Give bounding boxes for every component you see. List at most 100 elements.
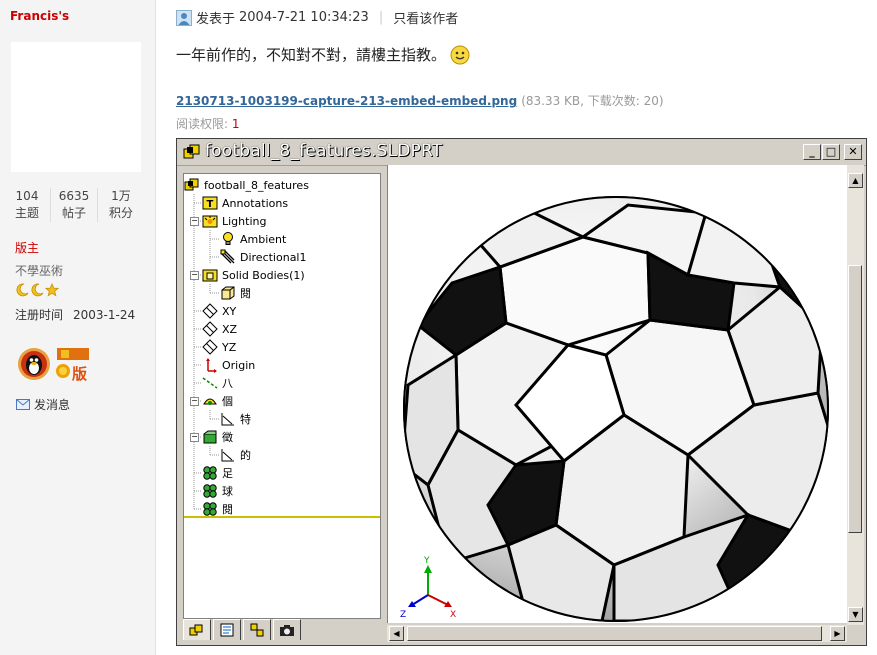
send-message-link[interactable]: 发消息 [16,396,70,413]
moon-icon [31,283,44,297]
axis-icon [202,377,218,389]
window-titlebar[interactable]: football_8_features.SLDPRT _ □ ✕ [177,139,866,166]
reg-date: 2003-1-24 [73,308,136,322]
avatar[interactable] [11,42,141,172]
tree-item-plane-xy[interactable]: XY [202,302,236,320]
collapse-toggle[interactable]: − [190,271,199,280]
scroll-up-arrow[interactable]: ▲ [848,173,863,188]
tree-item-sketch-2[interactable]: 的 [220,446,251,464]
feature-icon [203,430,217,444]
tree-label: 足 [222,467,233,480]
axis-x-label: X [450,610,456,620]
tree-label: XY [222,304,237,318]
qq-penguin-icon[interactable] [17,347,51,381]
tree-label: 的 [240,449,251,462]
stat-value: 6635 [58,189,90,203]
lighting-folder-icon [202,215,218,228]
user-stats: 104 主题 6635 帖子 1万 积分 [4,188,144,222]
part-icon [189,624,203,636]
tab-display-manager[interactable] [273,619,301,640]
body-icon [221,286,235,300]
tree-item-origin[interactable]: Origin [202,356,255,374]
attachment-link[interactable]: 2130713-1003199-capture-213-embed-embed.… [176,94,517,108]
tree-item-plane-yz[interactable]: YZ [202,338,236,356]
soccer-ball-model[interactable]: Y X Z [388,165,848,623]
scroll-down-arrow[interactable]: ▼ [848,607,863,622]
origin-icon [206,358,217,373]
post-body: 一年前作的，不知對不對，請樓主指教。 [176,46,447,64]
read-permission: 阅读权限: 1 [176,115,240,132]
plane-icon [202,321,218,337]
vertical-scroll-thumb[interactable] [848,265,862,533]
plane-icon [202,303,218,319]
stat-topics[interactable]: 104 主题 [4,188,51,222]
tree-label: Origin [222,358,256,372]
tree-item-annotations[interactable]: T Annotations [202,194,288,212]
tree-item-feature-2[interactable]: 徵 [202,428,233,446]
tree-item-lighting[interactable]: Lighting [202,212,266,230]
close-button[interactable]: ✕ [844,144,862,160]
directional-light-icon [220,249,235,264]
graphics-viewport[interactable]: Y X Z [387,165,848,623]
tree-item-pattern-1[interactable]: 足 [202,464,233,482]
maximize-button[interactable]: □ [822,144,840,160]
tree-item-ambient[interactable]: Ambient [220,230,286,248]
tab-configuration-manager[interactable] [243,619,271,640]
tree-item-body[interactable]: 閱 [220,284,251,302]
axis-y-label: Y [423,556,430,566]
tree-item-feature-1[interactable]: 個 [202,392,233,410]
tree-label: Directional1 [240,250,307,264]
tree-root-part[interactable]: football_8_features [184,176,309,194]
tree-item-solid-bodies[interactable]: Solid Bodies(1) [202,266,305,284]
stat-credits[interactable]: 1万 积分 [98,188,144,222]
tree-label: YZ [222,340,237,354]
stat-posts[interactable]: 6635 帖子 [51,188,98,222]
collapse-toggle[interactable]: − [190,433,199,442]
badges: 版 [17,346,93,382]
tree-label: Ambient [240,232,287,246]
tree-item-pattern-2[interactable]: 球 [202,482,233,500]
horizontal-scroll-thumb[interactable] [407,626,822,641]
plane-icon [202,339,218,355]
coordinate-triad: Y X Z [400,556,456,620]
tree-rollback-bar[interactable] [184,516,380,518]
axis-z-label: Z [400,610,406,620]
tree-label: Lighting [222,214,267,228]
stat-label: 主题 [14,206,39,220]
tree-label: football_8_features [204,178,309,192]
tree-label: 特 [240,413,251,426]
registration-row: 注册时间 2003-1-24 [15,306,135,323]
vertical-scrollbar[interactable]: ▲ ▼ [847,165,864,625]
send-message-label: 发消息 [34,398,71,412]
pattern-icon [203,502,217,516]
collapse-toggle[interactable]: − [190,397,199,406]
meta-separator: | [378,10,384,25]
part-icon [183,144,200,159]
feature-icon [203,398,217,405]
horizontal-scrollbar[interactable]: ◀ ▶ [387,625,847,642]
permission-label: 阅读权限: [176,117,229,131]
tree-item-sketch-1[interactable]: 特 [220,410,251,428]
tab-feature-manager[interactable] [183,619,211,640]
scroll-right-arrow[interactable]: ▶ [830,626,845,641]
tree-label: 閱 [240,287,251,300]
window-title: football_8_features.SLDPRT [205,141,443,161]
minimize-button[interactable]: _ [803,144,821,160]
user-role[interactable]: 版主 [15,239,39,256]
tree-item-axis[interactable]: 八 [202,374,233,392]
manager-tabs [183,619,301,640]
collapse-toggle[interactable]: − [190,217,199,226]
username-link[interactable]: Francis's [10,9,69,23]
tree-item-directional1[interactable]: Directional1 [220,248,307,266]
only-author-link[interactable]: 只看该作者 [393,8,458,27]
tab-property-manager[interactable] [213,619,241,640]
sketch-icon [221,413,234,426]
pattern-icon [203,484,217,498]
scroll-left-arrow[interactable]: ◀ [389,626,404,641]
permission-value: 1 [231,117,240,131]
moon-icon [16,283,29,297]
feature-manager-tree: − − − − football_8_features T Annotation… [183,173,381,619]
tree-label: 個 [222,395,233,408]
tree-item-plane-xz[interactable]: XZ [202,320,237,338]
solidworks-window: football_8_features.SLDPRT _ □ ✕ − − − −… [176,138,867,646]
